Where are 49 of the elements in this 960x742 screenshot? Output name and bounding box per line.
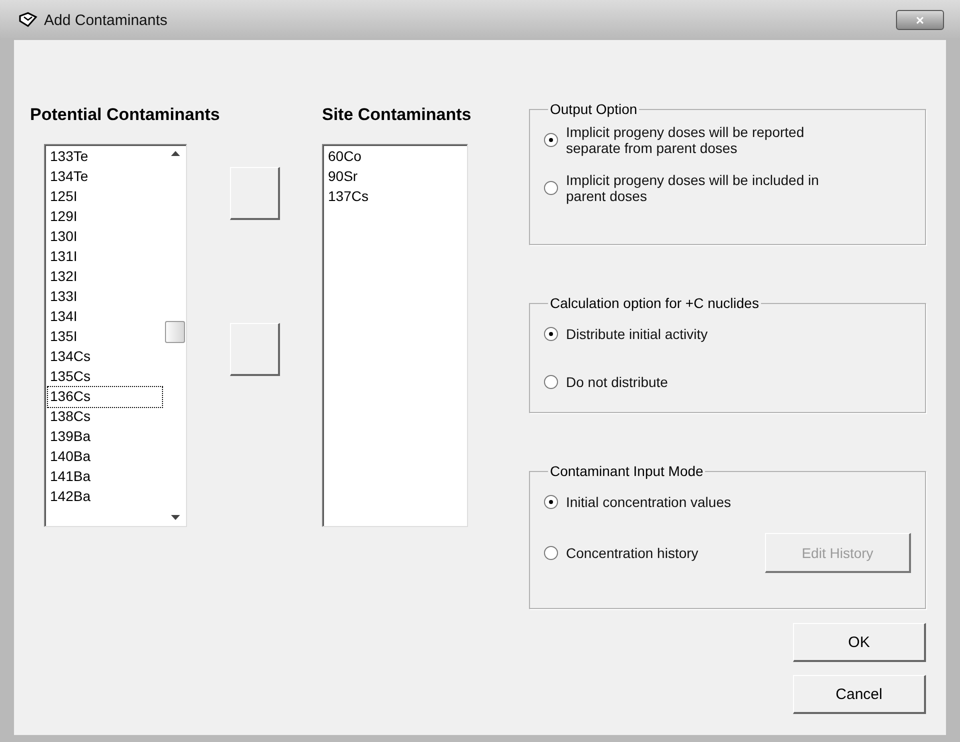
list-item[interactable]: 129I <box>48 207 162 227</box>
list-heading: Site Contaminants <box>322 104 472 126</box>
scroll-thumb[interactable] <box>165 321 185 343</box>
list-item[interactable]: 134Te <box>48 167 162 187</box>
list-item[interactable]: 138Cs <box>48 407 162 427</box>
radio-button[interactable] <box>544 546 558 560</box>
group-title: Calculation option for +C nuclides <box>549 295 760 311</box>
option-label[interactable]: Concentration history <box>566 545 757 561</box>
list-item[interactable]: 134I <box>48 307 162 327</box>
list-item[interactable]: 137Cs <box>326 187 465 207</box>
group-title: Output Option <box>549 101 638 117</box>
list-item[interactable]: 90Sr <box>326 167 465 187</box>
list-item[interactable]: 133Te <box>48 147 162 167</box>
radio-button[interactable] <box>544 181 558 195</box>
list-item[interactable]: 134Cs <box>48 347 162 367</box>
radio-button[interactable] <box>544 495 558 509</box>
group-title: Contaminant Input Mode <box>549 463 704 479</box>
radio-button[interactable] <box>544 327 558 341</box>
dialog-button[interactable]: OK <box>793 623 926 662</box>
option-label[interactable]: Do not distribute <box>566 374 856 390</box>
potential-list[interactable]: 133Te 134Te 125I 129I 130I 131I 132I 133I 134I 135I 134Cs 135Cs 136Cs 138Cs 139Ba 140Ba 141Ba 142Ba <box>44 144 187 527</box>
list-item[interactable]: 133I <box>48 287 162 307</box>
list-item[interactable]: 135Cs <box>48 367 162 387</box>
option-label[interactable]: Implicit progeny doses will be included in parent doses <box>566 172 856 204</box>
list-item[interactable]: 140Ba <box>48 447 162 467</box>
list-item[interactable]: 132I <box>48 267 162 287</box>
site-list[interactable]: 60Co 90Sr 137Cs <box>322 144 468 527</box>
list-heading: Potential Contaminants <box>30 104 221 126</box>
list-item[interactable]: 135I <box>48 327 162 347</box>
app-icon <box>18 11 38 29</box>
option-label[interactable]: Distribute initial activity <box>566 326 856 342</box>
list-item[interactable]: 139Ba <box>48 427 162 447</box>
add-button[interactable] <box>230 167 280 220</box>
option-label[interactable]: Implicit progeny doses will be reported separate from parent doses <box>566 124 856 156</box>
list-item[interactable]: 130I <box>48 227 162 247</box>
remove-button[interactable] <box>230 323 280 376</box>
window-title: Add Contaminants <box>44 12 168 28</box>
scroll-up-icon[interactable] <box>170 151 180 156</box>
radio-button[interactable] <box>544 375 558 389</box>
list-item[interactable]: 125I <box>48 187 162 207</box>
option-label[interactable]: Initial concentration values <box>566 494 856 510</box>
list-item[interactable]: 142Ba <box>48 487 162 507</box>
list-item[interactable]: 141Ba <box>48 467 162 487</box>
radio-button[interactable] <box>544 133 558 147</box>
scroll-down-icon[interactable] <box>170 515 180 520</box>
dialog-button[interactable]: Cancel <box>793 675 926 714</box>
list-item[interactable]: 131I <box>48 247 162 267</box>
list-item[interactable]: 60Co <box>326 147 465 167</box>
list-item[interactable]: 136Cs <box>48 387 162 407</box>
